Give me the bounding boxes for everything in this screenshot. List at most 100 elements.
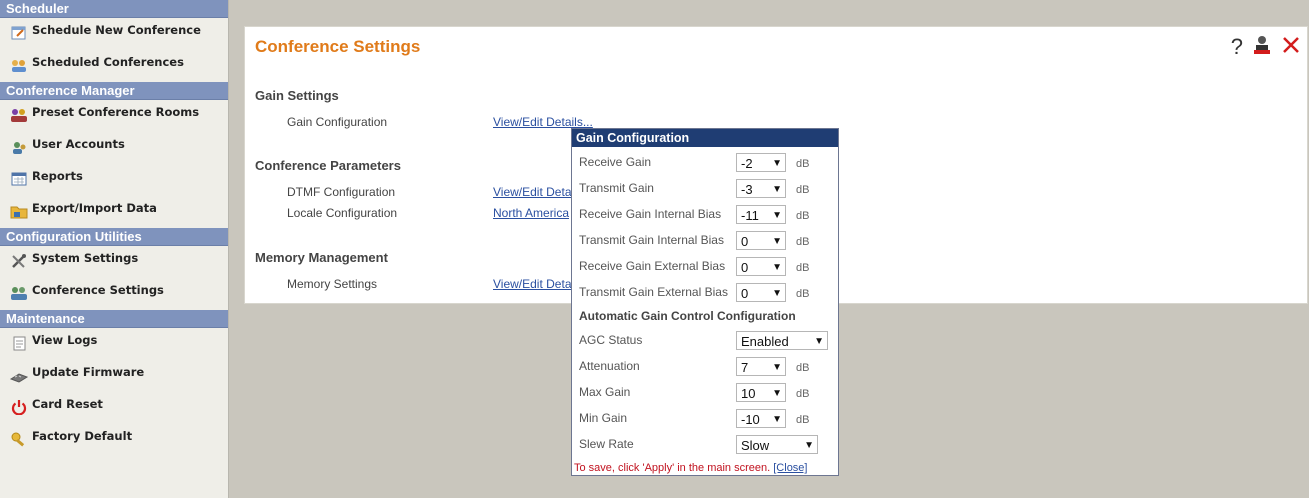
attenuation-label: Attenuation: [579, 359, 640, 373]
folder-export-icon: [10, 203, 28, 219]
dropdown-arrow-icon: ▼: [814, 336, 824, 347]
section-header-maintenance: Maintenance: [0, 310, 228, 328]
dtmf-configuration-link[interactable]: View/Edit Deta: [493, 185, 572, 199]
receive-gain-external-bias-value: 0: [741, 260, 749, 275]
transmit-gain-internal-bias-value: 0: [741, 234, 749, 249]
transmit-gain-external-bias-unit: dB: [796, 288, 810, 300]
sidebar-item-label: Factory Default: [32, 429, 133, 443]
min-gain-label: Min Gain: [579, 411, 628, 425]
conference-parameters-heading: Conference Parameters: [255, 158, 401, 173]
sidebar-item-schedule-new-conference[interactable]: Schedule New Conference: [0, 18, 228, 50]
slew-rate-select[interactable]: Slow ▼: [736, 435, 818, 454]
sidebar-item-label: System Settings: [32, 251, 139, 265]
gain-settings-heading: Gain Settings: [255, 88, 339, 103]
dropdown-arrow-icon: ▼: [772, 210, 782, 221]
slew-rate-value: Slow: [741, 438, 770, 453]
sidebar-item-export-import-data[interactable]: Export/Import Data: [0, 196, 228, 228]
receive-gain-unit: dB: [796, 158, 810, 170]
transmit-gain-label: Transmit Gain: [579, 181, 654, 195]
sidebar-item-scheduled-conferences[interactable]: Scheduled Conferences: [0, 50, 228, 82]
tools-icon: [10, 253, 28, 269]
sidebar-item-reports[interactable]: Reports: [0, 164, 228, 196]
agc-status-select[interactable]: Enabled ▼: [736, 331, 828, 350]
receive-gain-external-bias-unit: dB: [796, 262, 810, 274]
sidebar-item-user-accounts[interactable]: User Accounts: [0, 132, 228, 164]
sidebar-item-card-reset[interactable]: Card Reset: [0, 392, 228, 424]
receive-gain-value: -2: [741, 156, 753, 171]
dropdown-arrow-icon: ▼: [772, 388, 782, 399]
attenuation-select[interactable]: 7 ▼: [736, 357, 786, 376]
sidebar: Scheduler Schedule New Conference Schedu…: [0, 0, 229, 498]
max-gain-unit: dB: [796, 388, 810, 400]
max-gain-select[interactable]: 10 ▼: [736, 383, 786, 402]
section-header-scheduler: Scheduler: [0, 0, 228, 18]
memory-settings-label: Memory Settings: [287, 277, 378, 291]
receive-gain-internal-bias-select[interactable]: -11 ▼: [736, 205, 786, 224]
transmit-gain-internal-bias-label: Transmit Gain Internal Bias: [579, 233, 724, 247]
sidebar-item-view-logs[interactable]: View Logs: [0, 328, 228, 360]
transmit-gain-internal-bias-select[interactable]: 0 ▼: [736, 231, 786, 250]
save-note: To save, click 'Apply' in the main scree…: [574, 462, 808, 474]
slew-rate-label: Slew Rate: [579, 437, 634, 451]
transmit-gain-external-bias-select[interactable]: 0 ▼: [736, 283, 786, 302]
log-icon: [10, 335, 28, 351]
max-gain-label: Max Gain: [579, 385, 631, 399]
agc-heading: Automatic Gain Control Configuration: [579, 309, 796, 323]
sidebar-item-label: Export/Import Data: [32, 201, 157, 215]
dropdown-arrow-icon: ▼: [772, 414, 782, 425]
conference-settings-icon: [10, 285, 28, 301]
sidebar-item-update-firmware[interactable]: Update Firmware: [0, 360, 228, 392]
firmware-icon: [10, 367, 28, 383]
receive-gain-label: Receive Gain: [579, 155, 652, 169]
dropdown-arrow-icon: ▼: [804, 440, 814, 451]
receive-gain-internal-bias-value: -11: [741, 208, 759, 223]
close-icon[interactable]: [1281, 35, 1301, 58]
receive-gain-external-bias-select[interactable]: 0 ▼: [736, 257, 786, 276]
agc-status-label: AGC Status: [579, 333, 643, 347]
section-header-configuration-utilities: Configuration Utilities: [0, 228, 228, 246]
users-room-icon: [10, 107, 28, 123]
user-logout-icon[interactable]: [1253, 35, 1271, 58]
panel-toolbar: ?: [1231, 35, 1301, 58]
popup-close-link[interactable]: [Close]: [773, 462, 807, 474]
receive-gain-external-bias-label: Receive Gain External Bias: [579, 259, 726, 273]
sidebar-item-conference-settings[interactable]: Conference Settings: [0, 278, 228, 310]
sidebar-item-system-settings[interactable]: System Settings: [0, 246, 228, 278]
dtmf-configuration-label: DTMF Configuration: [287, 185, 396, 199]
agc-status-value: Enabled: [741, 334, 789, 349]
user-accounts-icon: [10, 139, 28, 155]
gain-configuration-popup: Gain Configuration Receive Gain -2 ▼ dB T…: [571, 128, 839, 476]
transmit-gain-external-bias-label: Transmit Gain External Bias: [579, 285, 728, 299]
help-icon[interactable]: ?: [1231, 35, 1243, 58]
sidebar-item-label: View Logs: [32, 333, 98, 347]
calendar-edit-icon: [10, 25, 28, 41]
transmit-gain-value: -3: [741, 182, 753, 197]
gain-configuration-link[interactable]: View/Edit Details...: [493, 115, 593, 129]
min-gain-unit: dB: [796, 414, 810, 426]
transmit-gain-select[interactable]: -3 ▼: [736, 179, 786, 198]
popup-title: Gain Configuration: [572, 129, 838, 147]
receive-gain-internal-bias-label: Receive Gain Internal Bias: [579, 207, 722, 221]
sidebar-item-preset-conference-rooms[interactable]: Preset Conference Rooms: [0, 100, 228, 132]
sidebar-item-label: Conference Settings: [32, 283, 164, 297]
min-gain-select[interactable]: -10 ▼: [736, 409, 786, 428]
min-gain-value: -10: [741, 412, 760, 427]
dropdown-arrow-icon: ▼: [772, 288, 782, 299]
dropdown-arrow-icon: ▼: [772, 362, 782, 373]
memory-management-heading: Memory Management: [255, 250, 388, 265]
save-note-text: To save, click 'Apply' in the main scree…: [574, 462, 771, 474]
page-title: Conference Settings: [255, 37, 421, 56]
sidebar-item-label: User Accounts: [32, 137, 125, 151]
sidebar-item-label: Update Firmware: [32, 365, 145, 379]
locale-configuration-link[interactable]: North America: [493, 206, 569, 220]
sidebar-item-label: Reports: [32, 169, 83, 183]
attenuation-value: 7: [741, 360, 749, 375]
transmit-gain-internal-bias-unit: dB: [796, 236, 810, 248]
sidebar-item-label: Preset Conference Rooms: [32, 105, 200, 119]
sidebar-item-label: Card Reset: [32, 397, 103, 411]
dropdown-arrow-icon: ▼: [772, 158, 782, 169]
receive-gain-select[interactable]: -2 ▼: [736, 153, 786, 172]
memory-settings-link[interactable]: View/Edit Deta: [493, 277, 572, 291]
sidebar-item-factory-default[interactable]: Factory Default: [0, 424, 228, 456]
factory-default-icon: [10, 431, 28, 447]
